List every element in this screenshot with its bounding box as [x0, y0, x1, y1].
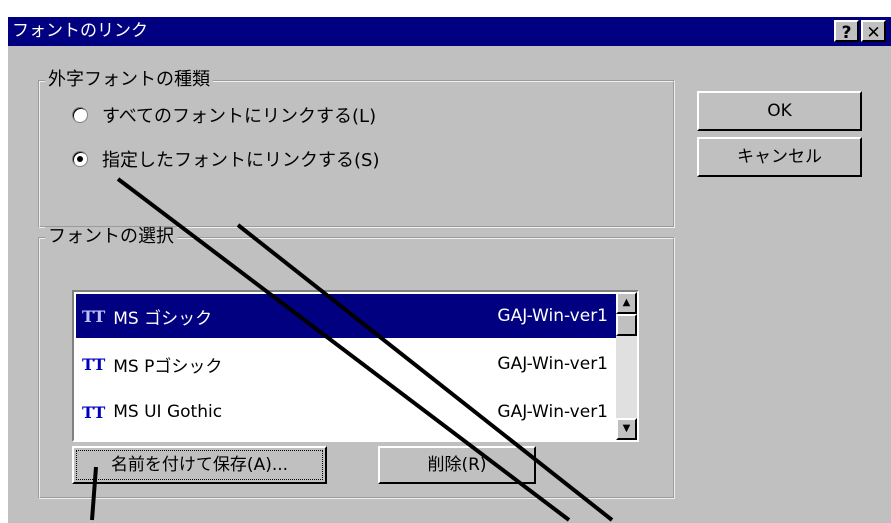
annotation-line-radio	[116, 177, 571, 522]
annotation-line-font-select	[236, 223, 614, 522]
annotation-lines	[90, 177, 614, 522]
annotation-line-save-button	[90, 466, 98, 521]
